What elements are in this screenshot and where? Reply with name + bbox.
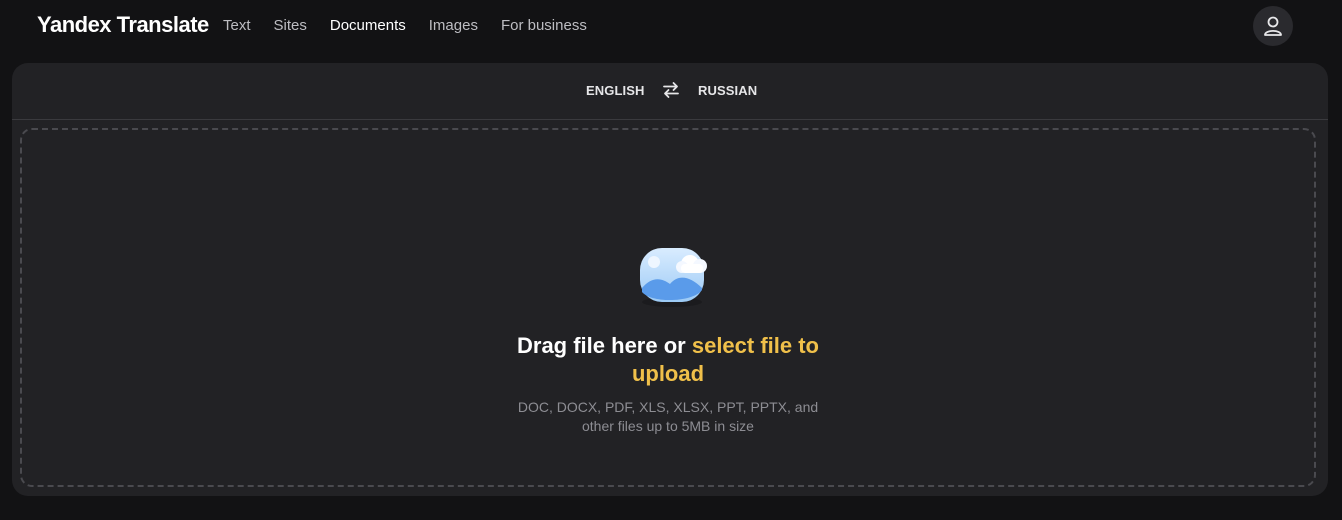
language-bar: ENGLISH RUSSIAN bbox=[12, 63, 1328, 120]
source-language-select[interactable]: ENGLISH bbox=[586, 83, 644, 98]
formats-line-1: DOC, DOCX, PDF, XLS, XLSX, PPT, PPTX, an… bbox=[517, 399, 819, 415]
select-file-link-continued[interactable]: upload bbox=[632, 361, 704, 386]
document-translate-card: ENGLISH RUSSIAN Drag file here or select… bbox=[12, 63, 1328, 496]
file-drop-zone[interactable]: Drag file here or select file to upload … bbox=[20, 128, 1316, 487]
main-nav: Text Sites Documents Images For business bbox=[223, 17, 610, 34]
brand-logo[interactable]: Yandex Translate bbox=[37, 12, 209, 38]
upload-prompt-text: Drag file here or bbox=[517, 333, 692, 358]
user-icon bbox=[1264, 16, 1282, 36]
supported-formats-text: DOC, DOCX, PDF, XLS, XLSX, PPT, PPTX, an… bbox=[22, 398, 1314, 436]
select-file-link[interactable]: select file to bbox=[692, 333, 819, 358]
upload-prompt: Drag file here or select file to upload bbox=[22, 332, 1314, 388]
top-bar: Yandex Translate Text Sites Documents Im… bbox=[0, 0, 1342, 52]
nav-item-documents[interactable]: Documents bbox=[330, 17, 406, 34]
target-language-select[interactable]: RUSSIAN bbox=[698, 83, 757, 98]
image-cloud-icon bbox=[640, 248, 707, 307]
nav-item-text[interactable]: Text bbox=[223, 17, 251, 34]
nav-item-images[interactable]: Images bbox=[429, 17, 478, 34]
nav-item-for-business[interactable]: For business bbox=[501, 17, 587, 34]
formats-line-2: other files up to 5MB in size bbox=[582, 418, 754, 434]
swap-arrows-icon[interactable] bbox=[661, 80, 681, 100]
user-avatar-button[interactable] bbox=[1253, 6, 1293, 46]
nav-item-sites[interactable]: Sites bbox=[274, 17, 307, 34]
